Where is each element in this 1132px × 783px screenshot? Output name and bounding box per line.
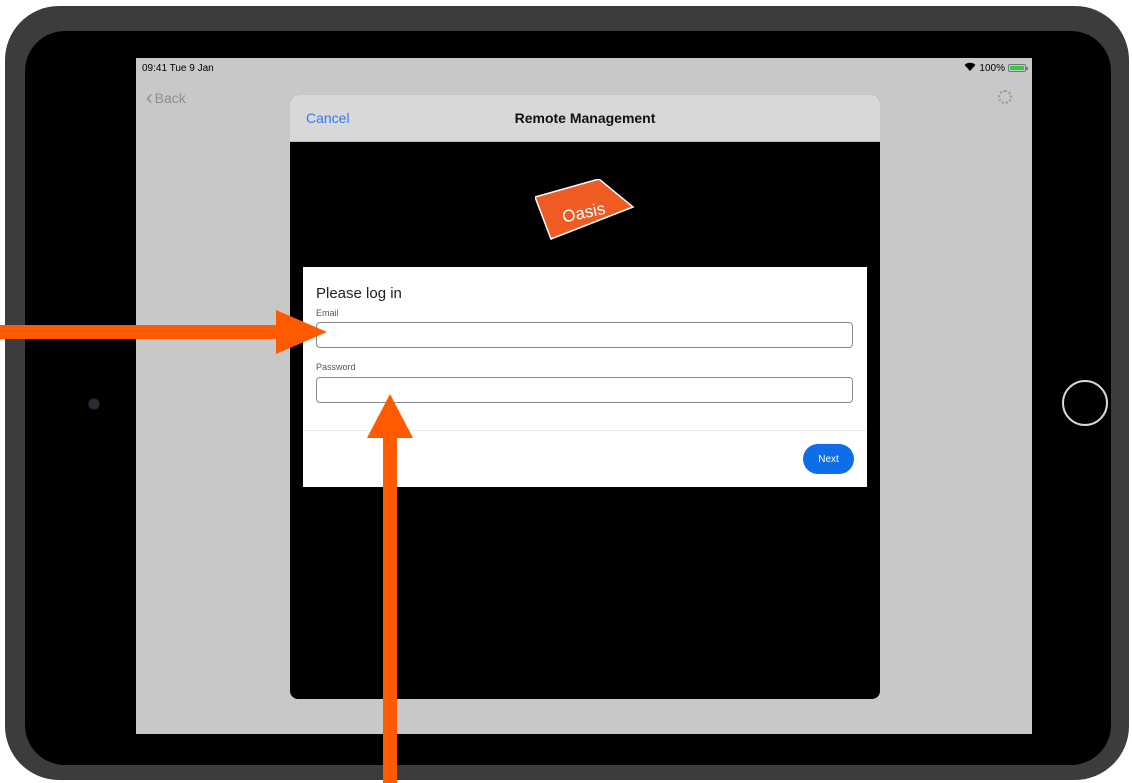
next-button[interactable]: Next: [803, 444, 854, 474]
status-time: 09:41 Tue 9 Jan: [142, 63, 214, 74]
camera-icon: [88, 398, 100, 410]
battery-icon: [1008, 64, 1028, 72]
spinner-icon: [998, 90, 1012, 104]
status-indicators: 100%: [964, 62, 1028, 74]
arrow-right-icon: [0, 310, 327, 354]
modal-header: Cancel Remote Management: [290, 95, 880, 142]
chevron-left-icon: ‹: [146, 87, 153, 109]
password-label: Password: [316, 362, 356, 372]
device-screen: 09:41 Tue 9 Jan 100% ‹ Back Cancel Remot…: [136, 58, 1032, 734]
back-label: Back: [154, 90, 186, 106]
battery-percentage: 100%: [979, 62, 1005, 74]
home-button[interactable]: [1062, 380, 1108, 426]
login-heading: Please log in: [316, 285, 402, 302]
wifi-icon: [964, 62, 976, 74]
modal-title: Remote Management: [514, 110, 656, 126]
status-bar: 09:41 Tue 9 Jan 100%: [136, 58, 1032, 78]
email-field[interactable]: [316, 322, 853, 348]
arrow-up-icon: [367, 394, 413, 783]
oasis-logo: Oasis: [535, 179, 635, 240]
back-button[interactable]: ‹ Back: [146, 87, 186, 109]
